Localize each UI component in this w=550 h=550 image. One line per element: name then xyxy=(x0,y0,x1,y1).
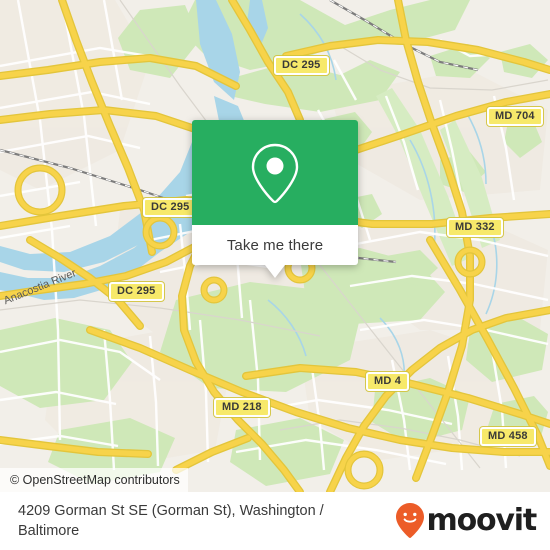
road-shield: MD 218 xyxy=(214,398,270,417)
road-shield: DC 295 xyxy=(143,198,198,217)
address-label: 4209 Gorman St SE (Gorman St), Washingto… xyxy=(18,503,324,539)
moovit-pin-icon xyxy=(395,503,424,538)
footer-bar: 4209 Gorman St SE (Gorman St), Washingto… xyxy=(0,492,550,550)
road-shield: MD 332 xyxy=(447,218,503,237)
take-me-there-button[interactable]: Take me there xyxy=(192,225,358,265)
popup-tail xyxy=(265,265,285,278)
road-shield: MD 4 xyxy=(366,372,410,391)
map-screenshot: Anacostia River DC 295 MD 704 DC 295 MD … xyxy=(0,0,550,550)
road-shield: DC 295 xyxy=(109,282,164,301)
road-shield: MD 704 xyxy=(487,107,543,126)
moovit-logo[interactable]: moovit xyxy=(395,502,538,540)
road-shield: MD 458 xyxy=(480,427,536,446)
popup-image-area xyxy=(192,120,358,225)
map-pin-icon xyxy=(251,143,299,203)
map-canvas[interactable]: Anacostia River DC 295 MD 704 DC 295 MD … xyxy=(0,0,550,492)
take-me-there-label: Take me there xyxy=(226,236,324,254)
moovit-wordmark: moovit xyxy=(426,503,538,538)
map-attribution[interactable]: © OpenStreetMap contributors xyxy=(0,468,188,492)
location-popup[interactable]: Take me there xyxy=(192,120,358,278)
attribution-text: © OpenStreetMap contributors xyxy=(10,473,180,487)
road-shield: DC 295 xyxy=(274,56,329,75)
